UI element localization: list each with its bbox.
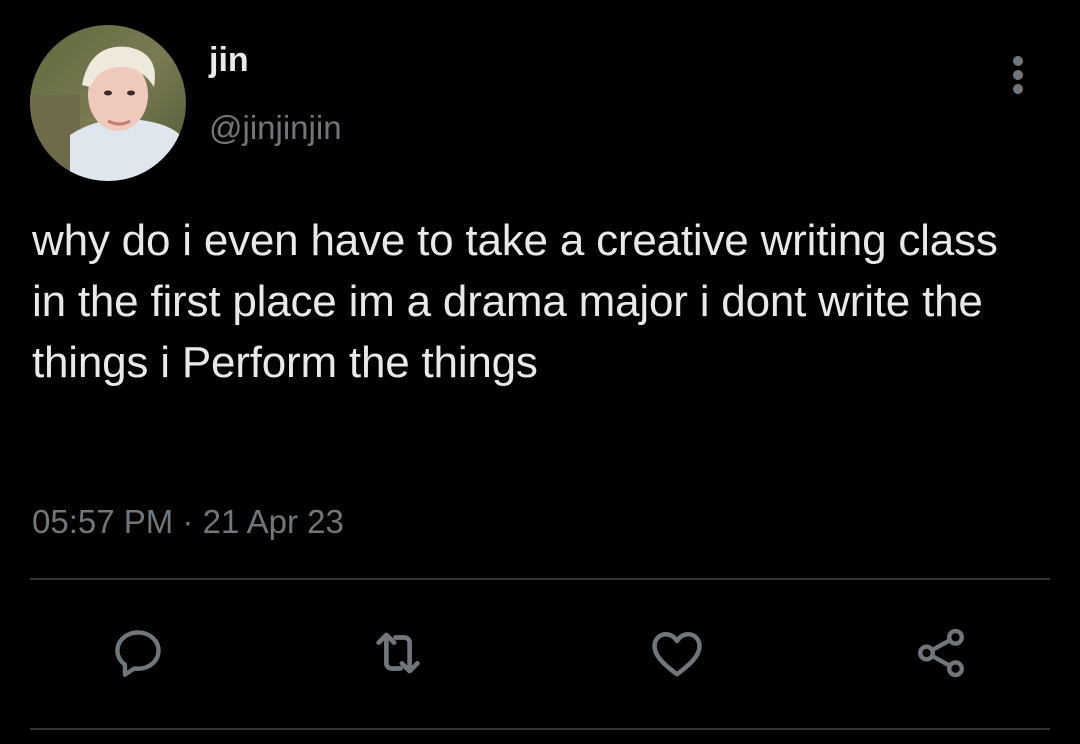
avatar-photo bbox=[30, 25, 186, 181]
display-name[interactable]: jin bbox=[209, 40, 249, 80]
share-icon bbox=[918, 628, 964, 678]
divider bbox=[30, 578, 1050, 580]
like-icon bbox=[652, 632, 702, 677]
avatar[interactable] bbox=[30, 25, 186, 181]
tweet-timestamp[interactable]: 05:57 PM · 21 Apr 23 bbox=[32, 500, 344, 544]
tweet-date: 21 Apr 23 bbox=[202, 503, 344, 540]
reply-icon bbox=[115, 630, 161, 677]
tweet-time: 05:57 PM bbox=[32, 503, 174, 540]
share-button[interactable] bbox=[910, 622, 972, 684]
bottom-divider bbox=[30, 728, 1050, 730]
meta-separator: · bbox=[182, 503, 194, 540]
retweet-icon bbox=[376, 632, 420, 674]
more-options-button[interactable] bbox=[1000, 52, 1036, 98]
like-button[interactable] bbox=[646, 622, 708, 684]
retweet-button[interactable] bbox=[367, 622, 429, 684]
tweet-text: why do i even have to take a creative wr… bbox=[32, 216, 998, 387]
more-vertical-icon bbox=[1013, 56, 1023, 94]
tweet-card: jin @jinjinjin why do i even have to tak… bbox=[0, 0, 1080, 744]
reply-button[interactable] bbox=[107, 622, 169, 684]
user-handle[interactable]: @jinjinjin bbox=[209, 108, 342, 148]
